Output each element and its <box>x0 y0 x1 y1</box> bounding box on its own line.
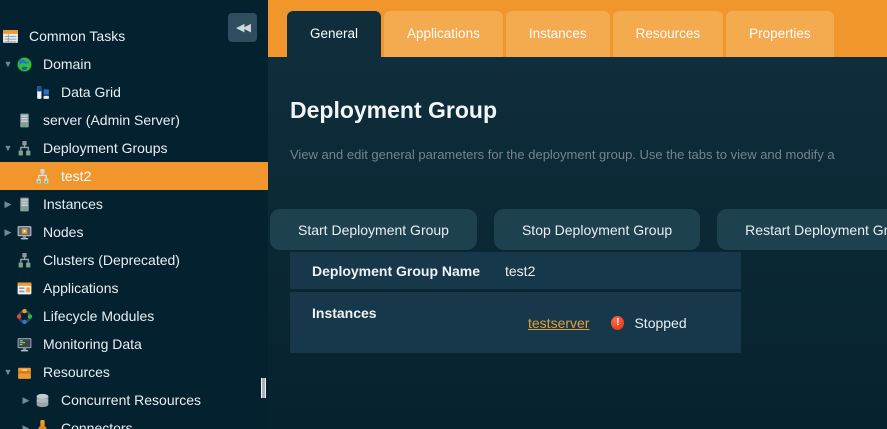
server-icon <box>16 112 33 129</box>
deployment-group-info-table: Deployment Group Name test2 Instances te… <box>290 252 741 356</box>
sidebar-item-monitoring-data[interactable]: Monitoring Data <box>0 330 268 358</box>
sidebar-item-lifecycle-modules[interactable]: Lifecycle Modules <box>0 302 268 330</box>
navigation-tree: Common Tasks ▼ Domain Data Grid server (… <box>0 22 268 429</box>
lifecycle-modules-icon <box>16 308 33 325</box>
concurrent-resources-database-icon <box>34 392 51 409</box>
admin-console: Common Tasks ▼ Domain Data Grid server (… <box>0 0 887 429</box>
sidebar-item-label: test2 <box>61 168 91 184</box>
sidebar-item-nodes[interactable]: ▶ Nodes <box>0 218 268 246</box>
applications-icon <box>16 280 33 297</box>
sidebar-item-applications[interactable]: Applications <box>0 274 268 302</box>
sidebar-item-label: Common Tasks <box>29 28 125 44</box>
tree-expand-icon[interactable]: ▼ <box>0 143 16 153</box>
sidebar-item-label: Monitoring Data <box>43 336 142 352</box>
sidebar-item-data-grid[interactable]: Data Grid <box>0 78 268 106</box>
connectors-icon <box>34 420 51 429</box>
navigation-sidebar: Common Tasks ▼ Domain Data Grid server (… <box>0 0 268 429</box>
monitoring-data-icon <box>16 336 33 353</box>
tab-label: Resources <box>636 26 701 41</box>
deployment-group-name-label: Deployment Group Name <box>290 263 505 279</box>
sidebar-item-server[interactable]: server (Admin Server) <box>0 106 268 134</box>
sidebar-item-label: Lifecycle Modules <box>43 308 154 324</box>
clusters-icon <box>16 252 33 269</box>
tab-strip: General Applications Instances Resources… <box>287 11 837 57</box>
tab-label: Properties <box>749 26 811 41</box>
sidebar-item-label: server (Admin Server) <box>43 112 180 128</box>
tab-bar: General Applications Instances Resources… <box>268 0 887 57</box>
content-area: Deployment Group View and edit general p… <box>268 57 887 429</box>
common-tasks-icon <box>2 28 19 45</box>
tree-expand-icon[interactable]: ▼ <box>0 367 16 377</box>
sidebar-item-label: Clusters (Deprecated) <box>43 252 180 268</box>
deployment-groups-cluster-icon <box>16 140 33 157</box>
sidebar-item-deployment-groups[interactable]: ▼ Deployment Groups <box>0 134 268 162</box>
instances-server-icon <box>16 196 33 213</box>
instance-status-line: testserver ! Stopped <box>528 292 687 331</box>
deployment-group-name-value: test2 <box>505 263 535 279</box>
sidebar-item-test2[interactable]: test2 <box>0 162 268 190</box>
table-row: Deployment Group Name test2 <box>290 252 741 289</box>
sidebar-item-label: Concurrent Resources <box>61 392 201 408</box>
sidebar-scrollbar-thumb[interactable] <box>261 378 266 398</box>
instance-status-text: Stopped <box>634 315 686 331</box>
tree-expand-icon[interactable]: ▼ <box>0 59 16 69</box>
page-description: View and edit general parameters for the… <box>290 147 886 162</box>
sidebar-item-label: Data Grid <box>61 84 121 100</box>
sidebar-collapse-button[interactable]: ◀◀ <box>228 13 257 42</box>
instances-label: Instances <box>290 292 505 321</box>
restart-deployment-group-button[interactable]: Restart Deployment Group <box>717 209 887 250</box>
stop-deployment-group-button[interactable]: Stop Deployment Group <box>494 209 700 250</box>
tab-resources[interactable]: Resources <box>613 11 724 57</box>
tab-general[interactable]: General <box>287 11 381 57</box>
sidebar-item-label: Connectors <box>61 420 133 429</box>
collapse-arrows-icon: ◀◀ <box>236 21 249 34</box>
sidebar-item-label: Deployment Groups <box>43 140 168 156</box>
deployment-group-cluster-icon <box>34 168 51 185</box>
data-grid-icon <box>34 84 51 101</box>
sidebar-item-label: Domain <box>43 56 91 72</box>
tab-label: Applications <box>407 26 480 41</box>
sidebar-item-clusters[interactable]: Clusters (Deprecated) <box>0 246 268 274</box>
nodes-monitor-icon <box>16 224 33 241</box>
domain-globe-icon <box>16 56 33 73</box>
start-deployment-group-button[interactable]: Start Deployment Group <box>270 209 477 250</box>
tab-instances[interactable]: Instances <box>506 11 610 57</box>
action-button-row: Start Deployment Group Stop Deployment G… <box>270 209 887 250</box>
sidebar-item-concurrent-resources[interactable]: ▶ Concurrent Resources <box>0 386 268 414</box>
tree-expand-icon[interactable]: ▶ <box>18 395 34 406</box>
tab-applications[interactable]: Applications <box>384 11 503 57</box>
tree-expand-icon[interactable]: ▶ <box>0 199 16 210</box>
table-row: Instances testserver ! Stopped <box>290 292 741 353</box>
tab-label: Instances <box>529 26 587 41</box>
tree-expand-icon[interactable]: ▶ <box>18 423 34 429</box>
tab-properties[interactable]: Properties <box>726 11 834 57</box>
testserver-link[interactable]: testserver <box>528 315 589 331</box>
sidebar-item-label: Instances <box>43 196 103 212</box>
sidebar-item-resources[interactable]: ▼ Resources <box>0 358 268 386</box>
sidebar-item-label: Nodes <box>43 224 83 240</box>
sidebar-item-instances[interactable]: ▶ Instances <box>0 190 268 218</box>
tab-label: General <box>310 26 358 41</box>
sidebar-item-label: Resources <box>43 364 110 380</box>
resources-box-icon <box>16 364 33 381</box>
sidebar-item-label: Applications <box>43 280 119 296</box>
sidebar-item-connectors[interactable]: ▶ Connectors <box>0 414 268 429</box>
main-panel: General Applications Instances Resources… <box>268 0 887 429</box>
page-title: Deployment Group <box>290 97 887 124</box>
stopped-status-icon: ! <box>611 316 624 330</box>
tree-expand-icon[interactable]: ▶ <box>0 227 16 238</box>
sidebar-item-domain[interactable]: ▼ Domain <box>0 50 268 78</box>
